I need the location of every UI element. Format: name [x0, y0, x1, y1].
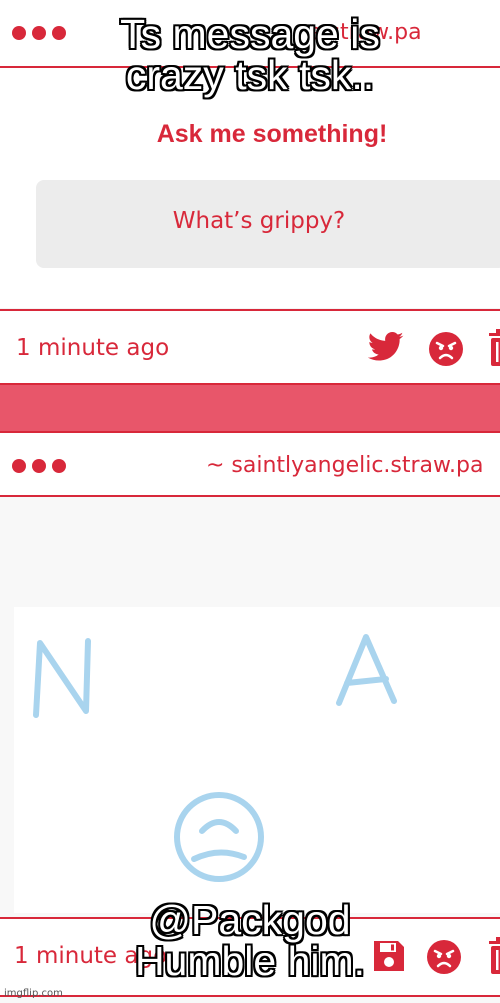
- question-box: What’s grippy?: [36, 180, 500, 268]
- menu-dots-icon[interactable]: [12, 459, 66, 473]
- top-caption: Ts message is crazy tsk tsk..: [0, 14, 500, 96]
- watermark: imgflip.com: [4, 988, 63, 999]
- bottom-card-header: ~ saintlyangelic.straw.pa: [0, 431, 500, 497]
- timestamp: 1 minute ago: [16, 335, 170, 361]
- top-card-footer: 1 minute ago: [0, 309, 500, 385]
- top-caption-line: crazy tsk tsk..: [125, 52, 375, 98]
- trash-icon[interactable]: [487, 329, 500, 367]
- twitter-icon[interactable]: [368, 331, 404, 363]
- answer-drawing: [14, 607, 500, 913]
- top-caption-line: Ts message is: [120, 11, 380, 57]
- bottom-caption-line: Humble him.: [134, 938, 366, 984]
- ask-title: Ask me something!: [156, 120, 388, 148]
- question-card: Ask me something! What’s grippy?: [0, 68, 500, 308]
- angry-face-icon[interactable]: [428, 331, 464, 367]
- question-text: What’s grippy?: [172, 208, 346, 234]
- site-url[interactable]: ~ saintlyangelic.straw.pa: [206, 453, 483, 478]
- bottom-caption-line: @Packgod: [149, 897, 351, 943]
- bottom-caption: @Packgod Humble him.: [0, 900, 500, 982]
- section-divider: [0, 385, 500, 431]
- handwritten-drawing: [33, 634, 397, 882]
